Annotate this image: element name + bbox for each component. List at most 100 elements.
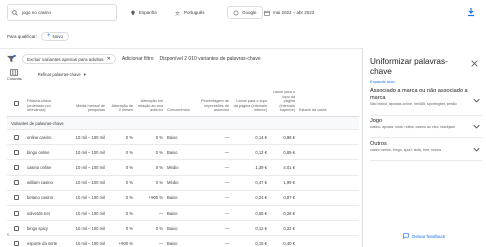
searches-value: 10 mil – 100 mil — [75, 195, 105, 201]
table-row[interactable]: betano casino 10 mil – 100 mil 0 % +900 % Ba… — [7, 191, 359, 206]
table-row[interactable]: william casino 10 mil – 100 mil 0 % 0 % Médi… — [7, 176, 359, 191]
svg-text:文: 文 — [175, 10, 180, 16]
close-icon[interactable]: ✕ — [107, 56, 111, 62]
cell-bid-high: 0,87 € — [283, 195, 295, 201]
header-searches[interactable]: Média mensal de pesquisas — [61, 104, 107, 116]
cell-bid-low: 1,39 € — [255, 164, 267, 170]
cell-keyword: bingo spicy — [27, 225, 48, 231]
filter-icon[interactable] — [7, 55, 16, 63]
cell-yoy: 0 % — [155, 134, 163, 140]
location-pin-icon — [131, 10, 135, 15]
header-competition[interactable]: Concorrência — [165, 108, 193, 116]
row-checkbox[interactable] — [7, 240, 25, 246]
download-icon[interactable] — [466, 7, 476, 17]
location-selector[interactable]: Espanha — [130, 6, 157, 19]
panel-item-name: Outros — [370, 141, 387, 147]
cell-bid-high: 1,99 € — [283, 180, 295, 186]
row-checkbox[interactable] — [7, 149, 25, 155]
scroll-left-icon[interactable]: ‹ — [7, 232, 13, 240]
columns-icon — [10, 69, 19, 76]
cell-impr: — — [224, 164, 229, 170]
header-yoy[interactable]: Alteração em relação ao ano anterior — [135, 99, 165, 116]
cell-yoy: — — [158, 240, 163, 246]
search-value: jogo no casino — [22, 10, 52, 15]
feedback-icon — [403, 233, 409, 239]
cell-bid-low: 0,14 € — [255, 134, 267, 140]
cell-impr: — — [224, 225, 229, 231]
table-row[interactable]: solverde.net 10 mil – 100 mil 0 % — Baixo — 0,… — [7, 206, 359, 222]
keyword-table: Palavra-chave (ordenado por relevância) … — [7, 86, 359, 247]
cell-bid-low: 0,15 € — [255, 240, 267, 246]
cell-keyword: online casino — [27, 134, 52, 140]
searches-value: 10 mil – 100 mil — [75, 240, 105, 246]
qualify-label: Para qualificar: — [7, 33, 38, 39]
header-impressions[interactable]: Percentagem de impressões de anúncios — [193, 99, 231, 116]
group-row: Variantes de palavras-chave — [7, 117, 359, 130]
cell-impr: — — [224, 149, 229, 155]
header-account-status[interactable]: Estado da conta — [297, 108, 331, 116]
filter-toolbar: Excluir variantes apenas para adultos ✕ … — [7, 53, 261, 65]
broaden-label: Refinar palavras-chave — [37, 72, 81, 77]
cell-competition: Baixo — [167, 149, 178, 155]
cell-searches: 10 mil – 100 mil — [61, 241, 107, 246]
cell-competition: Baixo — [167, 225, 178, 231]
searches-value: 10 mil – 100 mil — [75, 134, 105, 140]
row-checkbox[interactable] — [7, 180, 25, 186]
searches-value: 10 mil – 100 mil — [75, 180, 105, 186]
date-range-label: mai 2022 – abr 2023 — [273, 10, 315, 15]
panel-item-sub: Não brand, apostas online, bet365, sport… — [370, 102, 457, 106]
cell-competition: Baixo — [167, 195, 178, 201]
network-selector[interactable]: Google — [227, 6, 263, 19]
table-row[interactable]: bingo online 10 mil – 100 mil 0 % 0 % Baixo —… — [7, 145, 359, 161]
row-checkbox[interactable] — [7, 225, 25, 231]
searches-value: 10 mil – 100 mil — [75, 225, 105, 231]
cell-impr: — — [224, 240, 229, 246]
cell-three-month: 0 % — [125, 164, 133, 170]
header-bid-high[interactable]: Lance para o topo da página (intervalo s… — [269, 90, 297, 116]
cell-bid-high: 0,98 € — [283, 134, 295, 140]
feedback-button[interactable]: Deixar feedback — [403, 233, 445, 239]
adult-filter-pill[interactable]: Excluir variantes apenas para adultos ✕ — [22, 54, 116, 64]
row-checkbox[interactable] — [7, 195, 25, 201]
table-row[interactable]: online casino 10 mil – 100 mil 0 % 0 % Baixo… — [7, 130, 359, 146]
search-input[interactable]: jogo no casino — [7, 4, 117, 21]
select-all-checkbox[interactable] — [7, 101, 25, 116]
cell-impr: — — [224, 180, 229, 186]
columns-button[interactable]: Colunas — [7, 69, 22, 81]
cell-bid-low: 0,12 € — [255, 225, 267, 231]
feedback-label: Deixar feedback — [412, 233, 446, 239]
close-icon[interactable] — [471, 60, 478, 67]
dropdown-arrow-icon: ▼ — [82, 72, 87, 77]
row-checkbox[interactable] — [7, 210, 25, 216]
row-checkbox[interactable] — [7, 134, 25, 140]
new-button[interactable]: + Novo — [41, 31, 70, 41]
header-keyword[interactable]: Palavra-chave (ordenado por relevância) — [25, 99, 61, 116]
top-bar: jogo no casino Espanha 文 Português Googl… — [0, 0, 486, 26]
cell-bid-low: 0,06 € — [255, 210, 267, 216]
expand-all-link[interactable]: Expandir tudo — [370, 79, 395, 84]
date-range-selector[interactable]: mai 2022 – abr 2023 — [264, 6, 314, 19]
searches-value: 10 mil – 100 mil — [75, 210, 105, 216]
language-selector[interactable]: 文 Português — [175, 6, 205, 19]
cell-impr: — — [224, 195, 229, 201]
panel-item-name: Jogo — [370, 118, 383, 124]
header-bid-low[interactable]: Lance para o topo da página (intervalo i… — [231, 99, 269, 116]
panel-item-others[interactable]: Outros casino online, bingo, sport, slot… — [370, 141, 482, 161]
panel-item-brand[interactable]: Associado a marca ou não associado a mar… — [370, 88, 482, 116]
row-checkbox[interactable] — [7, 164, 25, 170]
table-row[interactable]: esporte da sorte 10 mil – 100 mil +900 % — B… — [7, 236, 359, 247]
broaden-dropdown[interactable]: Refinar palavras-chave ▼ — [38, 72, 87, 77]
panel-title: Uniformizar palavras-chave — [370, 57, 448, 76]
table-header: Palavra-chave (ordenado por relevância) … — [7, 86, 359, 117]
header-three-month[interactable]: Alteração de 3 meses — [107, 104, 135, 116]
cell-keyword: william casino — [27, 180, 53, 186]
cell-three-month: 0 % — [125, 134, 133, 140]
table-row[interactable]: casino online 10 mil – 100 mil 0 % 0 % Médio… — [7, 160, 359, 176]
add-filter-button[interactable]: Adicionar filtro — [122, 56, 154, 62]
cell-keyword: esporte da sorte — [27, 240, 58, 246]
table-row[interactable]: bingo spicy 10 mil – 100 mil 0 % 0 % Baixo — 0… — [7, 221, 359, 237]
panel-item-game[interactable]: Jogo casino, aposta, slots, roleta, casi… — [370, 118, 482, 138]
panel-item-sub: casino, aposta, slots, roleta, casino ao… — [370, 125, 456, 129]
table-body: online casino 10 mil – 100 mil 0 % 0 % Baixo… — [7, 130, 359, 247]
panel-item-name: Associado a marca ou não associado a mar… — [370, 88, 468, 101]
